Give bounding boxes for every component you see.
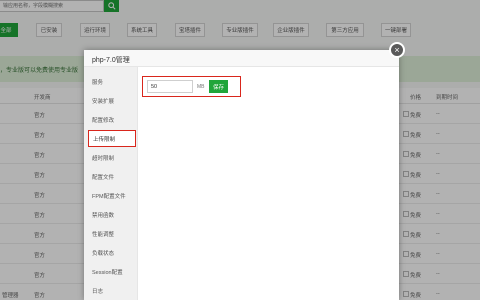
menu-item[interactable]: FPM配置文件: [88, 187, 136, 204]
menu-item[interactable]: 超时限制: [88, 149, 136, 166]
upload-limit-panel: MB 保存: [139, 67, 399, 300]
menu-item[interactable]: Session配置: [88, 263, 136, 280]
menu-item[interactable]: 配置文件: [88, 168, 136, 185]
dialog-header: php-7.0管理: [84, 50, 399, 67]
menu-item[interactable]: 负载状态: [88, 244, 136, 261]
close-icon[interactable]: ×: [389, 42, 405, 58]
menu-item[interactable]: 日志: [88, 282, 136, 299]
upload-limit-unit: MB: [197, 84, 205, 90]
dialog-title: php-7.0管理: [92, 57, 130, 64]
upload-limit-input[interactable]: [147, 80, 193, 93]
save-button[interactable]: 保存: [209, 80, 228, 93]
php-manager-dialog: php-7.0管理 服务安装扩展配置修改上传限制超时限制配置文件 FPM配置文件禁…: [84, 50, 399, 300]
menu-item[interactable]: 服务: [88, 73, 136, 90]
menu-item[interactable]: 配置修改: [88, 111, 136, 128]
menu-item[interactable]: 禁用函数: [88, 206, 136, 223]
upload-limit-form: MB 保存: [142, 76, 241, 97]
menu-item[interactable]: 性能调整: [88, 225, 136, 242]
dialog-side-menu: 服务安装扩展配置修改上传限制超时限制配置文件 FPM配置文件 禁用函数性能调整负载状…: [84, 67, 138, 300]
menu-item[interactable]: 安装扩展: [88, 92, 136, 109]
menu-item[interactable]: 上传限制: [88, 130, 136, 147]
